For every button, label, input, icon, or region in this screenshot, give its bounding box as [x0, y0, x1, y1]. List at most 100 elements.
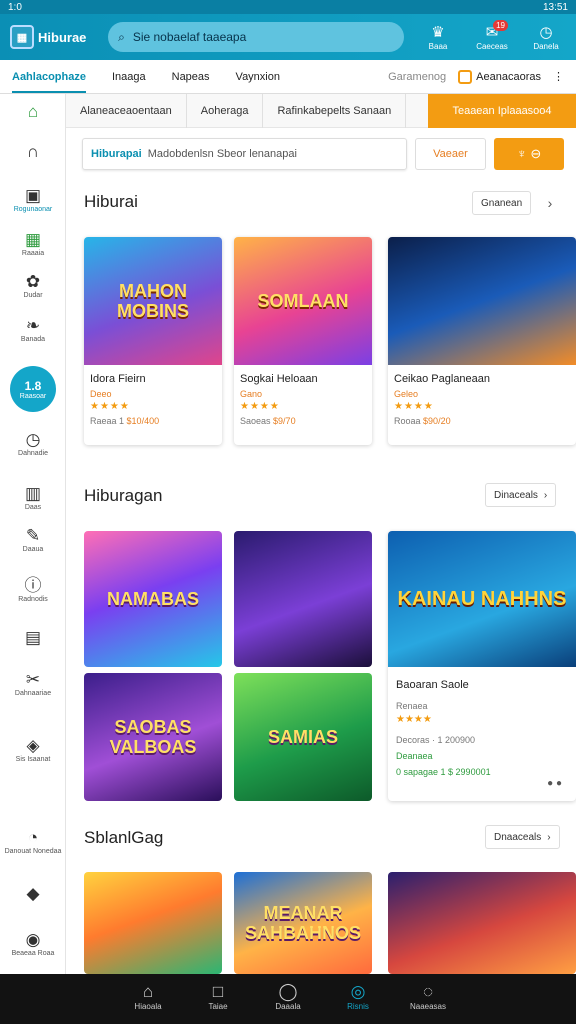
- filter-orange-button[interactable]: Teaaean Iplaaasoo4: [428, 93, 576, 128]
- nav-shield[interactable]: ◯ Daaala: [268, 982, 308, 1024]
- game-tile[interactable]: MEANAR SAHBAHNOS: [234, 872, 372, 974]
- sidebar-item-chart[interactable]: ▤: [0, 628, 66, 648]
- sidebar-item-puzzle[interactable]: ✿ Dudar: [0, 272, 66, 299]
- game-card-image: [388, 237, 576, 365]
- game-card-title: Ceikao Paglaneaan: [394, 373, 491, 385]
- section-title-2: Hiburagan: [84, 486, 163, 505]
- tab-napeas[interactable]: Napeas: [172, 71, 210, 83]
- sidebar-item-calendar[interactable]: ▦ Raaaia: [0, 230, 66, 257]
- tab-vaynxion[interactable]: Vaynxion: [236, 71, 280, 83]
- featured-game-title: Baoaran Saole: [396, 679, 469, 691]
- header-message-button[interactable]: ✉ Caeceas 19: [472, 19, 512, 51]
- filter-alaneaceaoentaan[interactable]: Alaneaceaoentaan: [66, 93, 187, 128]
- filter-rafinkabepelts[interactable]: Rafinkabepelts Sanaan: [263, 93, 407, 128]
- sidebar-item-bubble[interactable]: ◔ Danouat Nonedaa: [0, 828, 66, 855]
- game-tile[interactable]: SAOBAS VALBOAS: [84, 673, 222, 801]
- tab-bar: Aahlacophaze Inaaga Napeas Vaynxion Gara…: [0, 60, 576, 94]
- sidebar-item-label: Dahnadie: [18, 450, 48, 457]
- header-actions: ♛ Baaa ✉ Caeceas 19 ◷ Danela: [418, 19, 566, 51]
- app-name: Hiburae: [38, 29, 87, 45]
- section-title-3: SblanlGag: [84, 828, 164, 847]
- game-card-image: SOMLAAN: [234, 237, 372, 365]
- account-button[interactable]: Aeanacaoras: [458, 69, 541, 84]
- sidebar-item-arch[interactable]: ∩: [0, 142, 66, 162]
- featured-game-image: KAINAU NAHHNS: [388, 531, 576, 667]
- section-1-button[interactable]: Gnanean: [472, 191, 532, 215]
- tab-inaaga[interactable]: Inaaga: [112, 71, 146, 83]
- sidebar-item-power[interactable]: ◉ Beaeaa Roaa: [0, 930, 66, 957]
- header-clock-button[interactable]: ◷ Danela: [526, 24, 566, 51]
- sidebar-item-home[interactable]: ⌂: [0, 102, 66, 122]
- game-card-stars: ★★★★: [90, 401, 130, 412]
- nav-square[interactable]: □ Taiae: [198, 982, 238, 1024]
- tab-garamenog[interactable]: Garamenog: [388, 71, 446, 83]
- pager-dots[interactable]: ● ●: [547, 778, 562, 789]
- power-icon: ◉: [25, 930, 41, 949]
- sidebar-item-tag[interactable]: ◆: [0, 884, 66, 904]
- game-card-meta: Raeaa 1 $10/400: [90, 416, 160, 426]
- game-card[interactable]: MAHON MOBINS Idora Fieirn Deeo ★★★★ Raea…: [84, 237, 222, 445]
- chevron-right-icon: ›: [547, 831, 551, 843]
- nav-chat[interactable]: ◌ Naaeasas: [408, 982, 448, 1024]
- sidebar-item-tools[interactable]: ✂ Dahnaariae: [0, 670, 66, 697]
- game-tile[interactable]: [388, 872, 576, 974]
- status-time: 1:0: [8, 1, 22, 13]
- game-tile[interactable]: [234, 531, 372, 667]
- filter-aoheraga[interactable]: Aoheraga: [187, 93, 264, 128]
- more-icon[interactable]: ⋮: [553, 70, 564, 83]
- game-tile[interactable]: NAMABAS: [84, 531, 222, 667]
- game-card[interactable]: Ceikao Paglaneaan Geleo ★★★★ Rooaa $90/2…: [388, 237, 576, 445]
- sidebar-item-building[interactable]: ▥ Daas: [0, 484, 66, 511]
- game-card-image: MAHON MOBINS: [84, 237, 222, 365]
- status-clock: 13:51: [542, 1, 568, 13]
- section-2-button[interactable]: Dinaceals ›: [485, 483, 557, 507]
- sidebar-item-pen[interactable]: ✎ Daaua: [0, 526, 66, 553]
- section-2-button-label: Dinaceals: [494, 489, 538, 501]
- sidebar-item-frame[interactable]: ◈ Sis Isaanat: [0, 736, 66, 763]
- top-bar: ▦ Hiburae ⌕ Sie nobaelaf taaeapa ♛ Baaa ✉ C…: [0, 14, 576, 60]
- sidebar-active-item[interactable]: 1.8 Raasoar: [10, 366, 56, 412]
- game-card-subtitle: Geleo: [394, 389, 419, 399]
- account-label: Aeanacaoras: [476, 70, 541, 83]
- chevron-right-icon[interactable]: ›: [540, 191, 560, 215]
- featured-game-stars: ★★★★: [396, 714, 432, 725]
- game-card[interactable]: SOMLAAN Sogkai Heloaan Gano ★★★★ Saoeas …: [234, 237, 372, 445]
- tab-aahlacophaze[interactable]: Aahlacophaze: [12, 71, 86, 93]
- pen-icon: ✎: [25, 526, 41, 545]
- section-title-1: Hiburai: [84, 192, 138, 211]
- search-input[interactable]: ⌕ Sie nobaelaf taaeapa: [108, 22, 404, 52]
- game-card-meta: Rooaa $90/20: [394, 416, 451, 426]
- filter-submit-button[interactable]: Vaeaer: [414, 138, 487, 170]
- app-logo[interactable]: ▦ Hiburae: [10, 25, 100, 49]
- sidebar-item-chat[interactable]: ▣ Rogunaonar: [0, 186, 66, 213]
- game-card-stars: ★★★★: [394, 401, 434, 412]
- filter-icon-button[interactable]: ♆ ⊖: [494, 138, 564, 170]
- sidebar-item-label: Rogunaonar: [13, 206, 53, 213]
- filter-input[interactable]: Hiburapai Madobdenlsn Sbeor lenanapai: [82, 138, 407, 170]
- nav-compass[interactable]: ◎ Risnis: [338, 982, 378, 1024]
- sidebar-item-leaf[interactable]: ❧ Banada: [0, 316, 66, 343]
- bottom-nav: ⌂ Hiaoala □ Taiae ◯ Daaala ◎ Risnis ◌ Naaeasas: [0, 974, 576, 1024]
- featured-game-line2: Decoras · 1 200900: [396, 735, 476, 745]
- nav-home[interactable]: ⌂ Hiaoala: [128, 982, 168, 1024]
- clock-icon: ◷: [539, 23, 553, 41]
- game-tile[interactable]: SAMIAS: [234, 673, 372, 801]
- sidebar-item-label: Beaeaa Roaa: [11, 950, 55, 957]
- tag-icon: ◆: [26, 884, 40, 903]
- home-icon: ⌂: [142, 982, 154, 1001]
- featured-game-line1: Renaea: [396, 701, 428, 711]
- sidebar-item-info[interactable]: ⓘ Radnodis: [0, 576, 66, 603]
- sidebar-item-label: Dahnaariae: [14, 690, 52, 697]
- sidebar-item-clock[interactable]: ◷ Dahnadie: [0, 430, 66, 457]
- header-action-label: Baaa: [428, 41, 448, 51]
- game-card-stars: ★★★★: [240, 401, 280, 412]
- header-crown-button[interactable]: ♛ Baaa: [418, 24, 458, 51]
- sidebar-item-label: Radnodis: [18, 596, 48, 603]
- sidebar-item-label: Danouat Nonedaa: [4, 848, 62, 855]
- section-1-button-label: Gnanean: [481, 197, 523, 209]
- sidebar-item-label: Dudar: [23, 292, 43, 299]
- game-tile[interactable]: [84, 872, 222, 974]
- section-3-button[interactable]: Dnaaceals ›: [485, 825, 560, 849]
- featured-game-card[interactable]: KAINAU NAHHNS Baoaran Saole Renaea ★★★★ …: [388, 531, 576, 801]
- sidebar-active-label: Raasoar: [19, 392, 47, 400]
